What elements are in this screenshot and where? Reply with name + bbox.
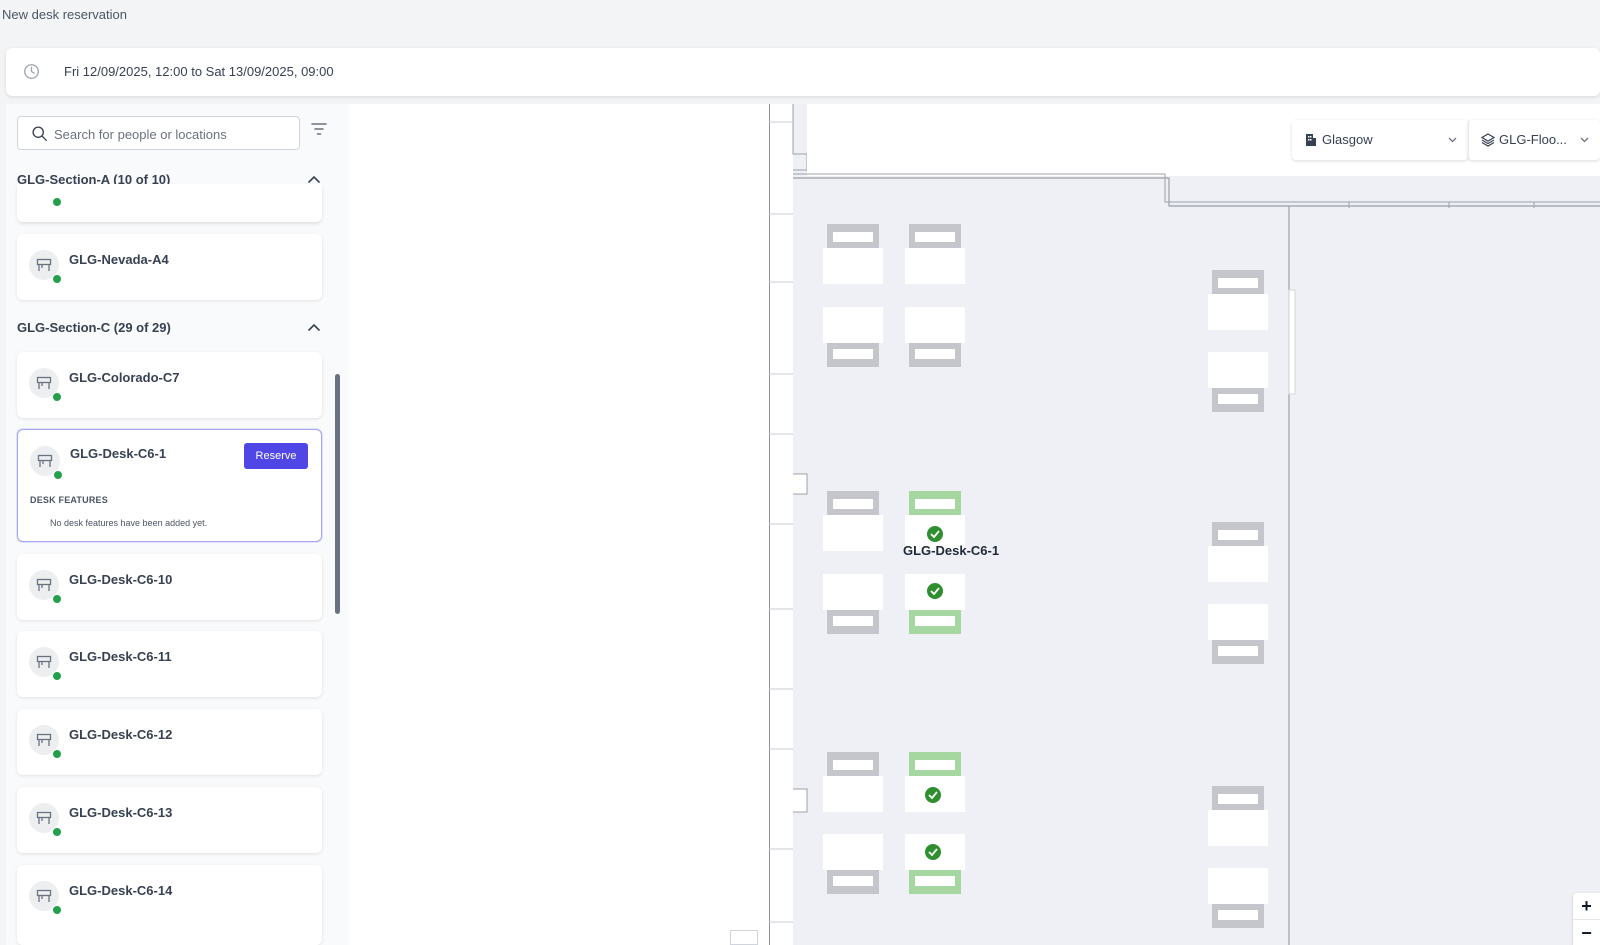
page-title: New desk reservation — [2, 7, 127, 22]
zoom-in-button[interactable]: + — [1573, 893, 1600, 919]
location-label: Glasgow — [1322, 132, 1373, 147]
chevron-down-icon — [1448, 137, 1457, 143]
search-box[interactable] — [17, 116, 300, 150]
date-range-bar[interactable]: Fri 12/09/2025, 12:00 to Sat 13/09/2025,… — [6, 48, 1600, 96]
available-status-dot — [53, 470, 63, 480]
desk-card[interactable]: GLG-Desk-C6-10 — [17, 554, 322, 620]
list-scrollbar[interactable] — [335, 374, 340, 614]
search-icon — [32, 126, 47, 141]
layers-icon — [1481, 133, 1495, 147]
desk-card[interactable]: GLG-Desk-C6-11 — [17, 631, 322, 697]
clock-icon — [24, 64, 39, 79]
chevron-up-icon[interactable] — [306, 320, 322, 336]
filter-icon[interactable] — [311, 122, 327, 136]
search-input[interactable] — [54, 123, 294, 145]
desk-features-title: DESK FEATURES — [30, 495, 108, 505]
floor-dropdown[interactable]: GLG-Floo... — [1468, 120, 1600, 160]
desk-name: GLG-Desk-C6-12 — [69, 727, 173, 742]
building-icon — [1306, 134, 1316, 146]
location-dropdown[interactable]: Glasgow — [1292, 120, 1468, 160]
desk-card[interactable]: GLG-Desk-C6-12 — [17, 709, 322, 775]
available-status-dot — [52, 827, 62, 837]
desk-name: GLG-Desk-C6-10 — [69, 572, 173, 587]
desk-card[interactable]: GLG-Colorado-C7 — [17, 352, 322, 418]
desk-name: GLG-Desk-C6-14 — [69, 883, 173, 898]
desk-name: GLG-Desk-C6-11 — [69, 649, 172, 664]
map-desk-label: GLG-Desk-C6-1 — [903, 543, 1000, 558]
reserve-button[interactable]: Reserve — [244, 443, 308, 469]
desk-card-partial[interactable] — [17, 184, 322, 222]
desk-card[interactable]: GLG-Nevada-A4 — [17, 234, 322, 300]
desk-name: GLG-Nevada-A4 — [69, 252, 169, 267]
section-header-c[interactable]: GLG-Section-C (29 of 29) — [17, 316, 322, 342]
desk-name: GLG-Colorado-C7 — [69, 370, 180, 385]
chevron-down-icon — [1580, 137, 1589, 143]
available-status-dot — [52, 905, 62, 915]
floor-plan-drawing — [769, 104, 1600, 945]
available-status-dot — [52, 671, 62, 681]
available-status-dot — [52, 392, 62, 402]
desk-name: GLG-Desk-C6-13 — [69, 805, 173, 820]
desk-card[interactable]: GLG-Desk-C6-13 — [17, 787, 322, 853]
section-label: GLG-Section-C (29 of 29) — [17, 320, 171, 335]
available-status-dot — [52, 274, 62, 284]
desk-name: GLG-Desk-C6-1 — [70, 446, 167, 461]
map-minimap-box — [730, 930, 758, 945]
desk-features-text: No desk features have been added yet. — [50, 518, 208, 528]
floor-label: GLG-Floo... — [1499, 132, 1567, 147]
date-range-text: Fri 12/09/2025, 12:00 to Sat 13/09/2025,… — [64, 64, 334, 79]
available-status-dot — [52, 594, 62, 604]
available-status-dot — [52, 197, 62, 207]
floor-plan-map[interactable]: GLG-Desk-C6-1 — [769, 104, 1600, 945]
zoom-out-button[interactable]: − — [1573, 919, 1600, 945]
map-blank-area — [349, 104, 769, 945]
map-location-controls: Glasgow GLG-Floo... — [1292, 120, 1600, 160]
zoom-controls: + − — [1573, 893, 1600, 945]
desk-card[interactable]: GLG-Desk-C6-14 — [17, 865, 322, 945]
desk-card-selected[interactable]: GLG-Desk-C6-1 Reserve DESK FEATURES No d… — [17, 429, 322, 542]
desk-list-panel: GLG-Section-A (10 of 10) GLG-Nevada-A4 G… — [6, 104, 349, 945]
available-status-dot — [52, 749, 62, 759]
